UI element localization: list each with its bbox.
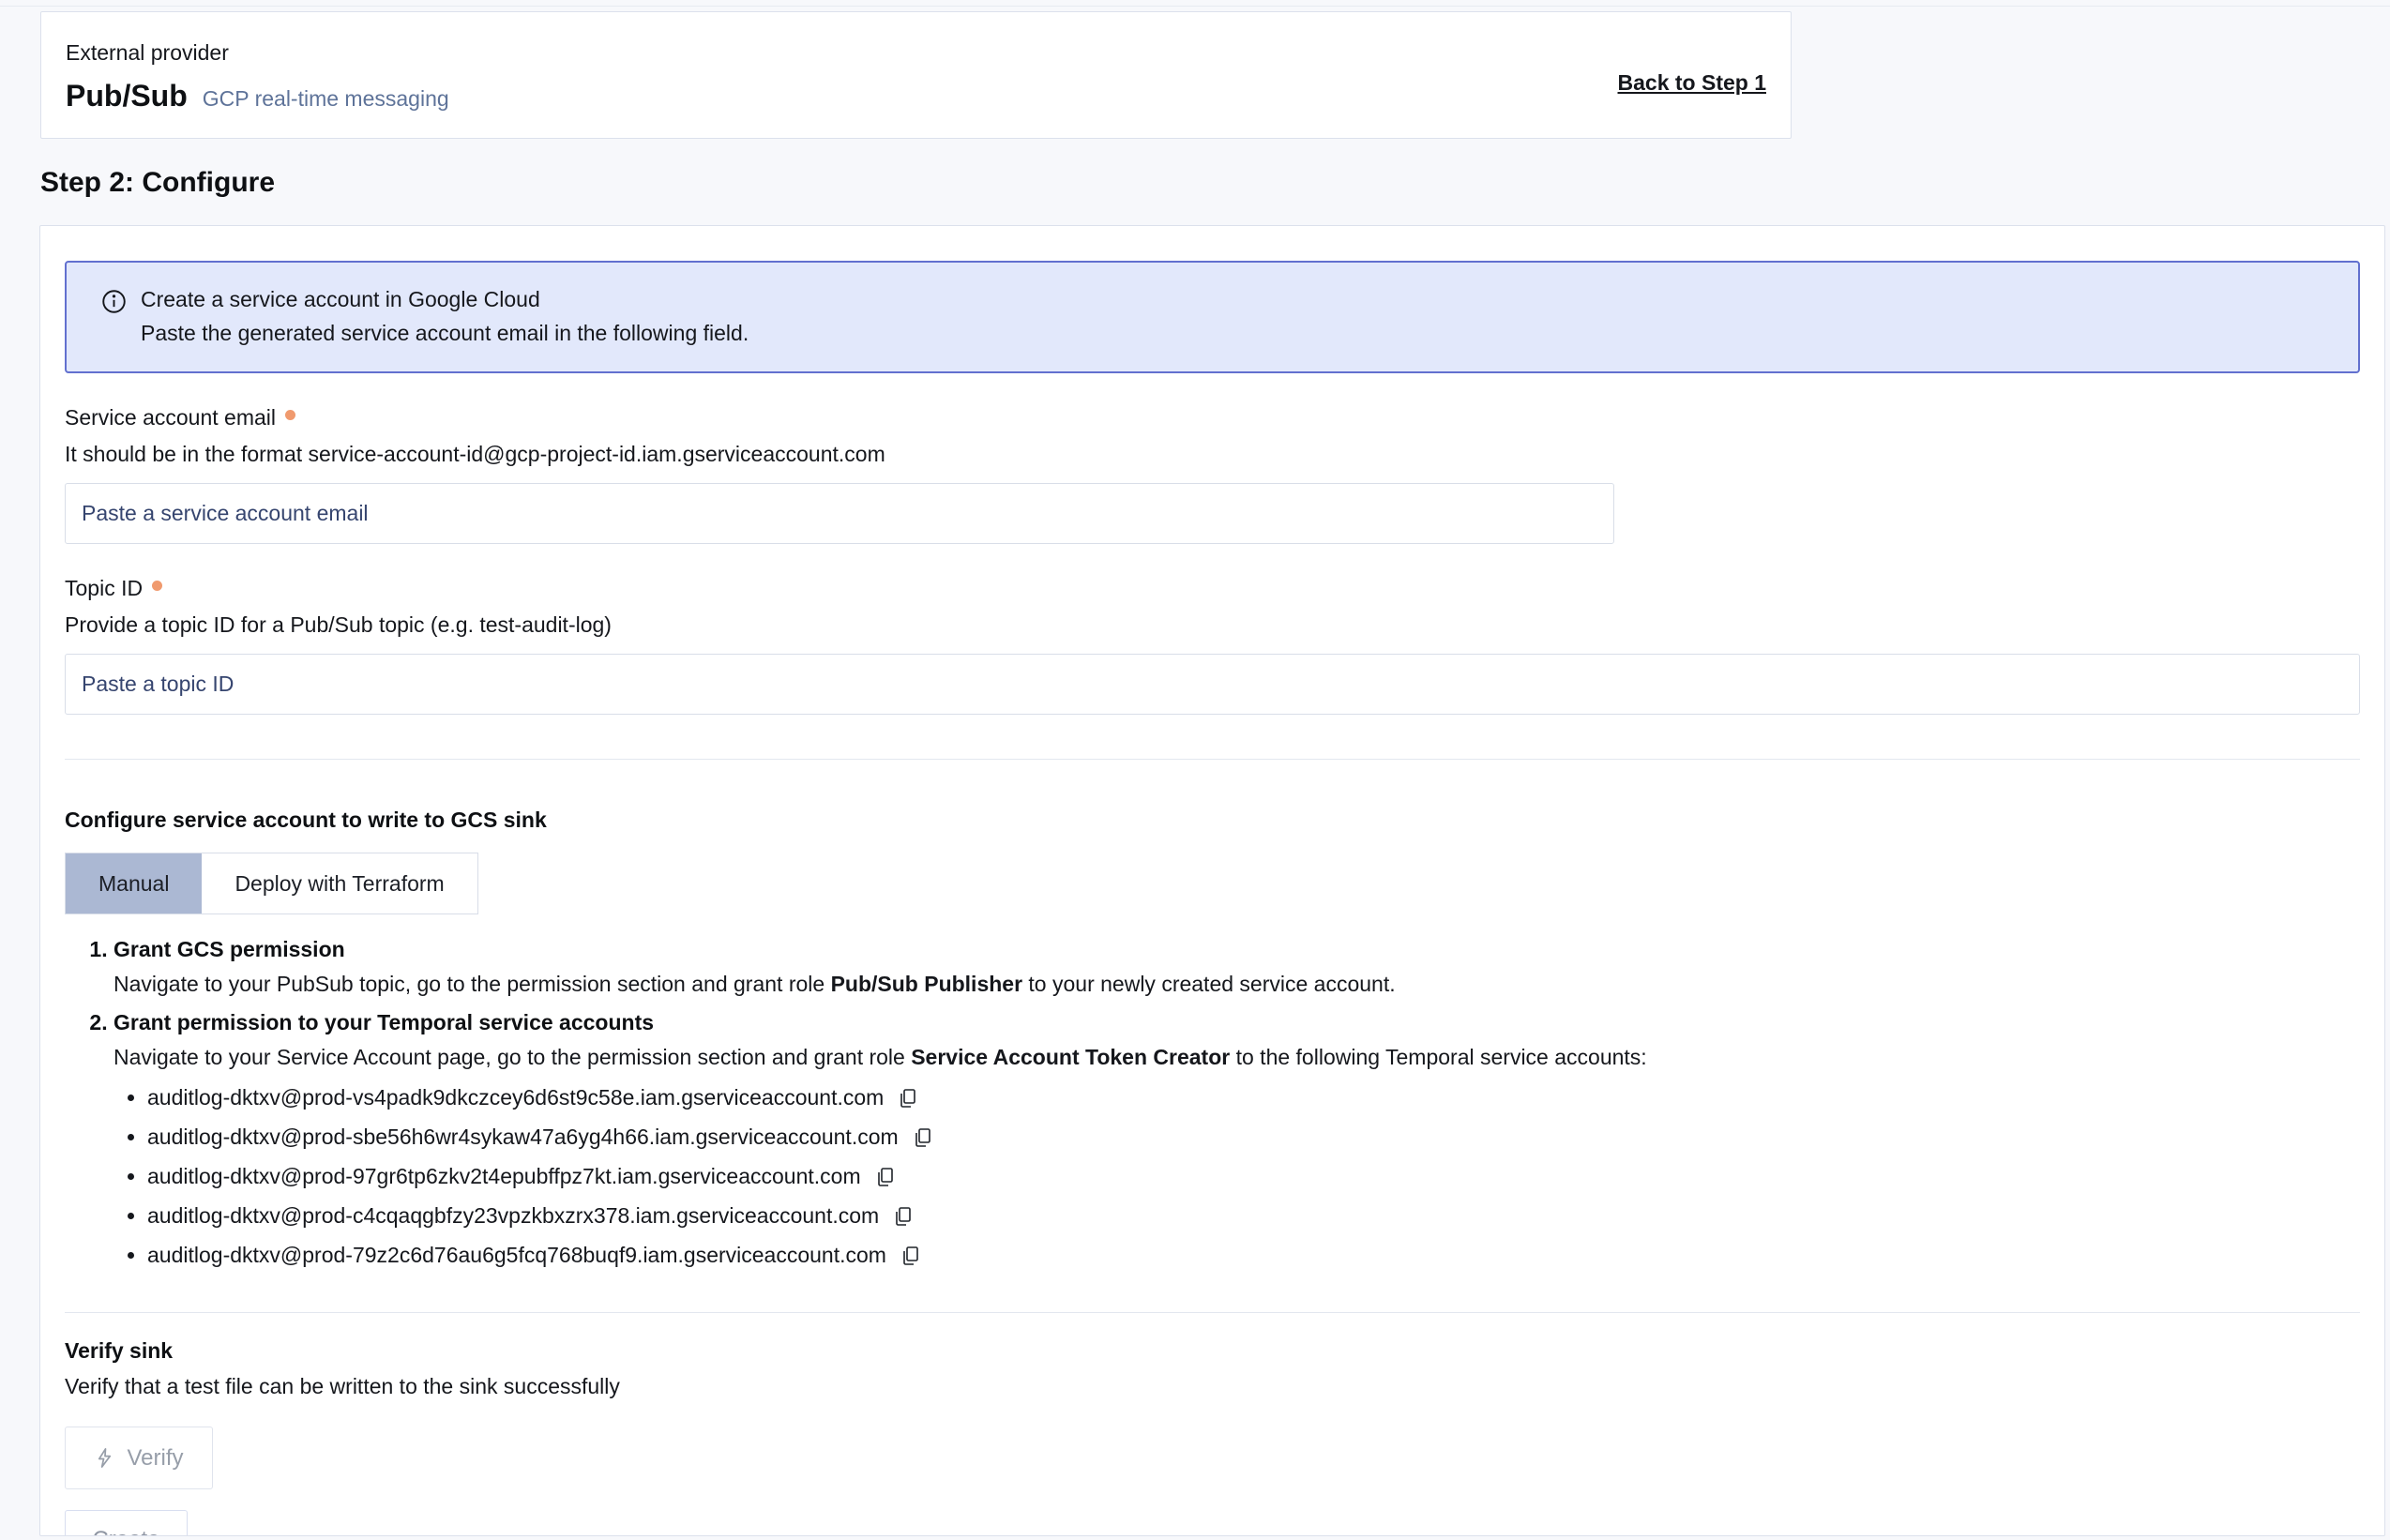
copy-icon[interactable] [900,1245,922,1267]
step-title: Grant GCS permission [113,937,345,961]
provider-eyebrow: External provider [66,40,1766,66]
step-heading: Step 2: Configure [40,167,275,199]
topic-id-label: Topic ID [65,576,2360,601]
info-banner-body: Paste the generated service account emai… [141,321,749,346]
provider-title: Pub/Sub [66,79,188,113]
provider-header-card: External provider Pub/Sub GCP real-time … [40,11,1792,139]
info-banner-title: Create a service account in Google Cloud [141,287,749,312]
service-account-email: auditlog-dktxv@prod-97gr6tp6zkv2t4epubff… [147,1164,861,1189]
verify-sink-description: Verify that a test file can be written t… [65,1374,2360,1399]
step-body: Navigate to your PubSub topic, go to the… [113,972,2360,997]
temporal-service-accounts-list: auditlog-dktxv@prod-vs4padk9dkczcey6d6st… [113,1085,2360,1268]
section-divider [65,759,2360,760]
service-account-email: auditlog-dktxv@prod-sbe56h6wr4sykaw47a6y… [147,1125,899,1150]
list-item: auditlog-dktxv@prod-97gr6tp6zkv2t4epubff… [147,1164,2360,1189]
verify-button[interactable]: Verify [65,1427,213,1489]
required-indicator [285,410,295,420]
service-account-email: auditlog-dktxv@prod-vs4padk9dkczcey6d6st… [147,1085,884,1110]
deploy-method-tabs: Manual Deploy with Terraform [65,853,478,914]
create-button[interactable]: Create [65,1510,188,1536]
service-account-email-input[interactable] [65,483,1614,544]
back-to-step-1-link[interactable]: Back to Step 1 [1618,70,1767,96]
info-icon [101,289,127,319]
configure-sink-heading: Configure service account to write to GC… [65,808,2360,833]
copy-icon[interactable] [892,1205,915,1228]
info-banner: Create a service account in Google Cloud… [65,261,2360,373]
page-top-divider [0,6,2390,7]
list-item: Grant permission to your Temporal servic… [113,1010,2360,1268]
list-item: auditlog-dktxv@prod-79z2c6d76au6g5fcq768… [147,1243,2360,1268]
list-item: auditlog-dktxv@prod-vs4padk9dkczcey6d6st… [147,1085,2360,1110]
verify-sink-heading: Verify sink [65,1338,2360,1364]
list-item: Grant GCS permission Navigate to your Pu… [113,937,2360,997]
provider-subtitle: GCP real-time messaging [203,86,449,112]
step-title: Grant permission to your Temporal servic… [113,1010,654,1034]
step-body: Navigate to your Service Account page, g… [113,1045,2360,1070]
copy-icon[interactable] [874,1166,897,1188]
topic-id-helper: Provide a topic ID for a Pub/Sub topic (… [65,612,2360,638]
configure-card: Create a service account in Google Cloud… [39,225,2385,1536]
copy-icon[interactable] [897,1087,919,1110]
service-account-email-label: Service account email [65,405,2360,430]
list-item: auditlog-dktxv@prod-c4cqaqgbfzy23vpzkbxz… [147,1203,2360,1229]
copy-icon[interactable] [912,1126,934,1149]
required-indicator [152,581,162,591]
section-divider [65,1312,2360,1313]
topic-id-input[interactable] [65,654,2360,715]
service-account-email-helper: It should be in the format service-accou… [65,442,2360,467]
list-item: auditlog-dktxv@prod-sbe56h6wr4sykaw47a6y… [147,1125,2360,1150]
service-account-email: auditlog-dktxv@prod-79z2c6d76au6g5fcq768… [147,1243,886,1268]
tab-deploy-terraform[interactable]: Deploy with Terraform [202,853,476,913]
bolt-icon [94,1447,115,1469]
manual-steps-list: Grant GCS permission Navigate to your Pu… [65,937,2360,1268]
service-account-email: auditlog-dktxv@prod-c4cqaqgbfzy23vpzkbxz… [147,1203,879,1229]
tab-manual[interactable]: Manual [66,853,202,913]
